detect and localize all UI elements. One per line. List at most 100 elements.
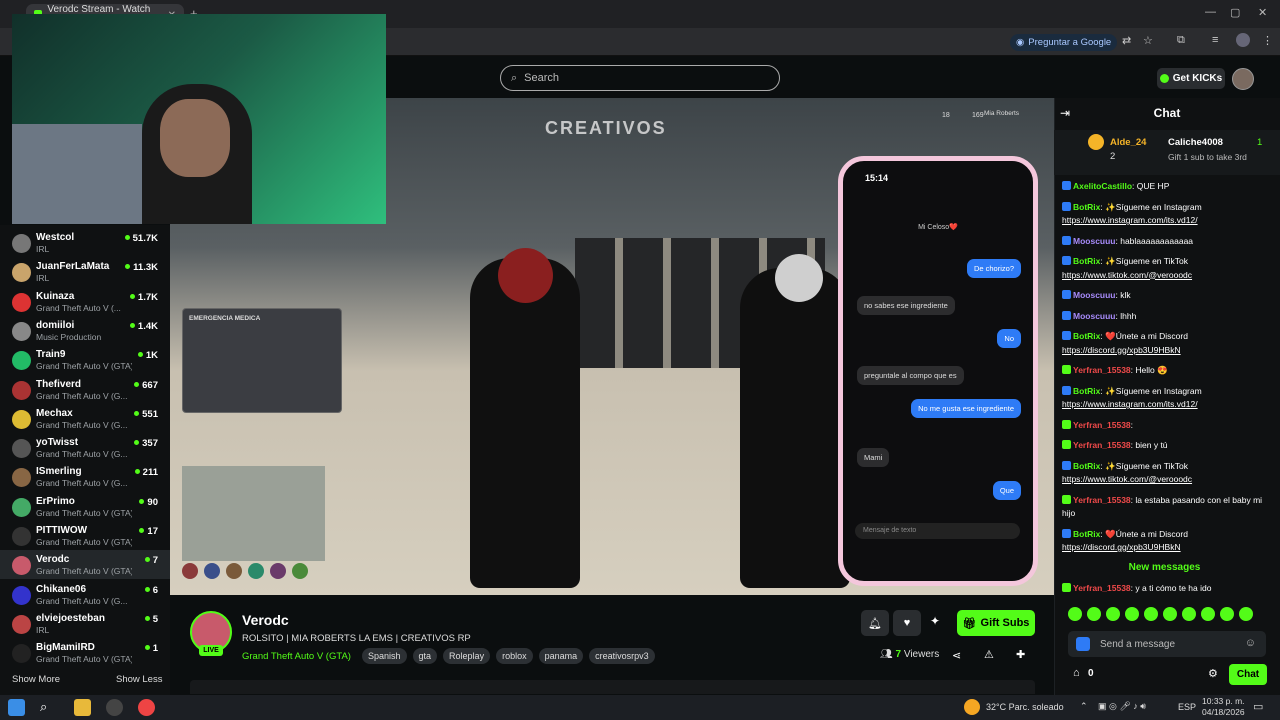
chat-link[interactable]: https://discord.gg/xpb3U9HBkN: [1062, 542, 1181, 552]
sidebar-footer: Show More Show Less: [0, 672, 170, 688]
viewers-icon: 👥︎: [880, 649, 893, 660]
media-icon[interactable]: ≡: [1212, 34, 1218, 46]
tray-chevron-icon[interactable]: ⌃: [1080, 701, 1088, 712]
stream-tag[interactable]: gta: [412, 648, 438, 664]
phone-message: De chorizo?: [966, 259, 1021, 278]
chat-username[interactable]: AxelitoCastillo: [1073, 181, 1132, 191]
bookmark-star-icon[interactable]: ☆: [1143, 34, 1153, 47]
channel-category: IRL: [36, 624, 50, 635]
emote-bar[interactable]: [1068, 607, 1268, 623]
channel-viewers: 357: [134, 438, 158, 449]
channel-name: yoTwisst: [36, 437, 79, 449]
sidebar-channel[interactable]: yoTwisst Grand Theft Auto V (G... 357: [0, 433, 170, 462]
clock-time[interactable]: 10:33 p. m.: [1202, 696, 1245, 706]
chat-settings-icon[interactable]: ⚙: [1208, 667, 1218, 680]
weather-text[interactable]: 32°C Parc. soleado: [986, 702, 1064, 712]
tray-icons[interactable]: ▣ ◎ 🎤︎ ♪ 🔊︎: [1098, 701, 1146, 712]
chat-username[interactable]: BotRix: [1073, 529, 1100, 539]
user-add-icon[interactable]: ✚: [1016, 648, 1025, 661]
stream-tag[interactable]: panama: [538, 648, 584, 664]
chat-username[interactable]: Mooscuuu: [1073, 236, 1116, 246]
chrome-icon[interactable]: [138, 699, 155, 716]
kicks-wallet-icon[interactable]: ⌂: [1073, 667, 1080, 679]
language-indicator[interactable]: ESP: [1178, 702, 1196, 712]
chat-username[interactable]: BotRix: [1073, 202, 1100, 212]
sidebar-channel[interactable]: ISmerling Grand Theft Auto V (G... 211: [0, 462, 170, 491]
stream-tag[interactable]: Spanish: [362, 648, 407, 664]
user-avatar[interactable]: [1232, 68, 1254, 90]
notifications-icon[interactable]: ▭: [1253, 700, 1263, 713]
phone-message: No me gusta ese ingrediente: [911, 399, 1021, 418]
obs-icon[interactable]: [106, 699, 123, 716]
minimize-icon[interactable]: —: [1205, 6, 1216, 18]
sidebar-channel[interactable]: Verodc Grand Theft Auto V (GTA) 7: [0, 550, 170, 580]
sidebar-channel[interactable]: Chikane06 Grand Theft Auto V (G... 6: [0, 580, 170, 609]
google-lens-button[interactable]: ◉ Preguntar a Google: [1010, 34, 1118, 51]
emoji-icon[interactable]: ☺: [1245, 637, 1256, 649]
notifications-button[interactable]: 🔔︎: [861, 610, 889, 636]
show-less-link[interactable]: Show Less: [116, 674, 162, 685]
chat-link[interactable]: https://discord.gg/xpb3U9HBkN: [1062, 345, 1181, 355]
chat-link[interactable]: https://www.instagram.com/its.vd12/: [1062, 399, 1198, 409]
show-more-link[interactable]: Show More: [12, 674, 60, 685]
sidebar-channel[interactable]: ErPrimo Grand Theft Auto V (GTA) 90: [0, 492, 170, 521]
new-messages-banner[interactable]: New messages: [1062, 562, 1267, 576]
follow-button[interactable]: ♥: [893, 610, 921, 636]
windows-start-icon[interactable]: [8, 699, 25, 716]
profile-icon[interactable]: [1236, 33, 1250, 47]
sparkle-icon[interactable]: ✦: [930, 614, 940, 628]
share-icon[interactable]: ⋖: [952, 649, 961, 662]
sidebar-channel[interactable]: elviejoesteban IRL 5: [0, 609, 170, 638]
chat-username[interactable]: Yerfran_15538: [1073, 420, 1131, 430]
sidebar-channel[interactable]: Thefiverd Grand Theft Auto V (G... 667: [0, 375, 170, 404]
sidebar-channel[interactable]: BigMamiIRD Grand Theft Auto V (GTA) 1: [0, 638, 170, 667]
chat-message: BotRix: ✨Sígueme en TikTok https://www.ti…: [1062, 460, 1272, 487]
browser-menu-icon[interactable]: ⋮: [1262, 34, 1273, 47]
chat-text: : ✨Sígueme en TikTok: [1100, 256, 1188, 266]
chat-username[interactable]: Yerfran_15538: [1073, 365, 1131, 375]
channel-avatar: [12, 585, 31, 605]
search-taskbar-icon[interactable]: ⌕: [40, 699, 57, 716]
sidebar-channel[interactable]: Westcol IRL 51.7K: [0, 228, 170, 257]
hud-counter-1: 18: [942, 112, 950, 119]
get-kicks-button[interactable]: Get KICKs: [1157, 68, 1225, 89]
gift-subs-button[interactable]: 🎁︎ Gift Subs: [957, 610, 1035, 636]
chat-username[interactable]: Mooscuuu: [1073, 311, 1116, 321]
sidebar-channel[interactable]: Kuinaza Grand Theft Auto V (... 1.7K: [0, 287, 170, 316]
channel-viewers: 551: [134, 409, 158, 420]
send-message-input[interactable]: Send a message ☺: [1068, 631, 1266, 657]
latest-message-user[interactable]: Yerfran_15538: [1073, 583, 1131, 593]
sidebar-channel[interactable]: JuanFerLaMata IRL 11.3K: [0, 257, 170, 286]
report-icon[interactable]: ⚠: [984, 648, 994, 661]
extensions-icon[interactable]: ⧉: [1177, 34, 1185, 47]
chat-username[interactable]: BotRix: [1073, 461, 1100, 471]
chat-link[interactable]: https://www.tiktok.com/@verooodc: [1062, 474, 1192, 484]
channel-name: Train9: [36, 349, 66, 361]
sidebar-channel[interactable]: PITTIWOW Grand Theft Auto V (GTA) 17: [0, 521, 170, 550]
send-chat-button[interactable]: Chat: [1229, 664, 1267, 685]
translate-icon[interactable]: ⇄: [1122, 34, 1131, 47]
chat-username[interactable]: Yerfran_15538: [1073, 440, 1131, 450]
search-input[interactable]: ⌕ Search: [500, 65, 780, 91]
chat-username[interactable]: Yerfran_15538: [1073, 495, 1131, 505]
chat-link[interactable]: https://www.instagram.com/its.vd12/: [1062, 215, 1198, 225]
chat-username[interactable]: BotRix: [1073, 386, 1100, 396]
file-explorer-icon[interactable]: [74, 699, 91, 716]
chat-username[interactable]: Mooscuuu: [1073, 290, 1116, 300]
sidebar-channel[interactable]: domiiloi Music Production 1.4K: [0, 316, 170, 345]
get-kicks-label: Get KICKs: [1172, 73, 1223, 84]
streamer-name[interactable]: Verodc: [242, 612, 289, 628]
stream-tag[interactable]: Roleplay: [443, 648, 491, 664]
stream-tag[interactable]: roblox: [496, 648, 533, 664]
chat-username[interactable]: BotRix: [1073, 331, 1100, 341]
clock-date[interactable]: 04/18/2026: [1202, 707, 1245, 717]
sidebar-channel[interactable]: Mechax Grand Theft Auto V (G... 551: [0, 404, 170, 433]
chat-message: Yerfran_15538: Hello 😍: [1062, 364, 1272, 378]
stream-category[interactable]: Grand Theft Auto V (GTA): [242, 651, 351, 662]
close-window-icon[interactable]: ✕: [1258, 6, 1267, 19]
stream-tag[interactable]: creativosrpv3: [589, 648, 655, 664]
chat-link[interactable]: https://www.tiktok.com/@verooodc: [1062, 270, 1192, 280]
sidebar-channel[interactable]: Train9 Grand Theft Auto V (GTA) 1K: [0, 345, 170, 374]
maximize-icon[interactable]: ▢: [1230, 6, 1240, 19]
chat-username[interactable]: BotRix: [1073, 256, 1100, 266]
